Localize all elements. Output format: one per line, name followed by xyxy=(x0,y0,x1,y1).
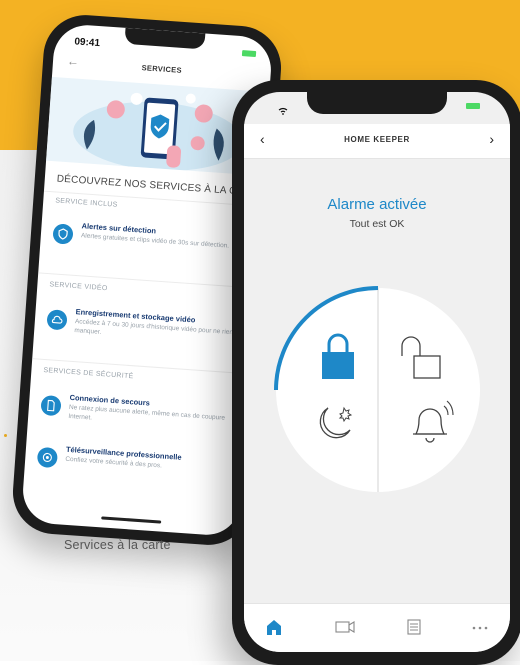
battery-icon xyxy=(241,50,257,58)
sim-icon xyxy=(40,394,62,417)
tab-list[interactable] xyxy=(394,614,434,640)
navigation-bar: ‹ HOME KEEPER › xyxy=(244,124,510,159)
home-icon xyxy=(267,620,281,635)
shield-icon xyxy=(52,223,74,245)
services-title: SERVICES xyxy=(141,63,183,75)
cloud-icon xyxy=(46,309,68,331)
service-description: Alertes gratuites et clips vidéo de 30s … xyxy=(80,232,230,250)
status-time: 09:41 xyxy=(74,36,101,50)
tab-more[interactable] xyxy=(460,614,500,640)
home-indicator xyxy=(101,516,162,524)
tab-bar xyxy=(244,603,510,652)
section-label: SERVICES DE SÉCURITÉ xyxy=(43,367,134,381)
battery-icon xyxy=(466,103,480,109)
service-item[interactable]: Enregistrement et stockage vidéo Accédez… xyxy=(45,299,254,363)
more-icon xyxy=(472,626,488,630)
chevron-right-icon[interactable]: › xyxy=(489,131,494,147)
alarm-substatus: Tout est OK xyxy=(349,218,405,230)
home-keeper-title: HOME KEEPER xyxy=(344,135,410,144)
section-label: SERVICE INCLUS xyxy=(55,197,118,209)
decorative-dot xyxy=(4,434,7,437)
service-description: Accédez à 7 ou 30 jours d'historique vid… xyxy=(74,318,234,337)
alarm-status: Alarme activée xyxy=(327,196,427,213)
service-item[interactable]: Alertes sur détection Alertes gratuites … xyxy=(51,213,260,277)
service-description: Ne ratez plus aucune alerte, même en cas… xyxy=(68,403,226,422)
tab-home[interactable] xyxy=(254,614,294,640)
video-icon xyxy=(335,621,355,633)
wifi-icon xyxy=(278,102,288,120)
section-label: SERVICE VIDÉO xyxy=(49,281,108,293)
home-keeper-phone: ‹ HOME KEEPER › Alarme activée Tout est … xyxy=(232,80,520,665)
mode-wheel xyxy=(274,286,480,492)
camera-icon xyxy=(36,446,59,469)
list-icon xyxy=(407,619,421,635)
home-keeper-screen: ‹ HOME KEEPER › Alarme activée Tout est … xyxy=(244,92,510,652)
tab-video[interactable] xyxy=(324,614,364,640)
phone-notch xyxy=(124,27,206,50)
phone-notch xyxy=(307,92,447,114)
services-caption: Services à la carte xyxy=(64,538,171,552)
